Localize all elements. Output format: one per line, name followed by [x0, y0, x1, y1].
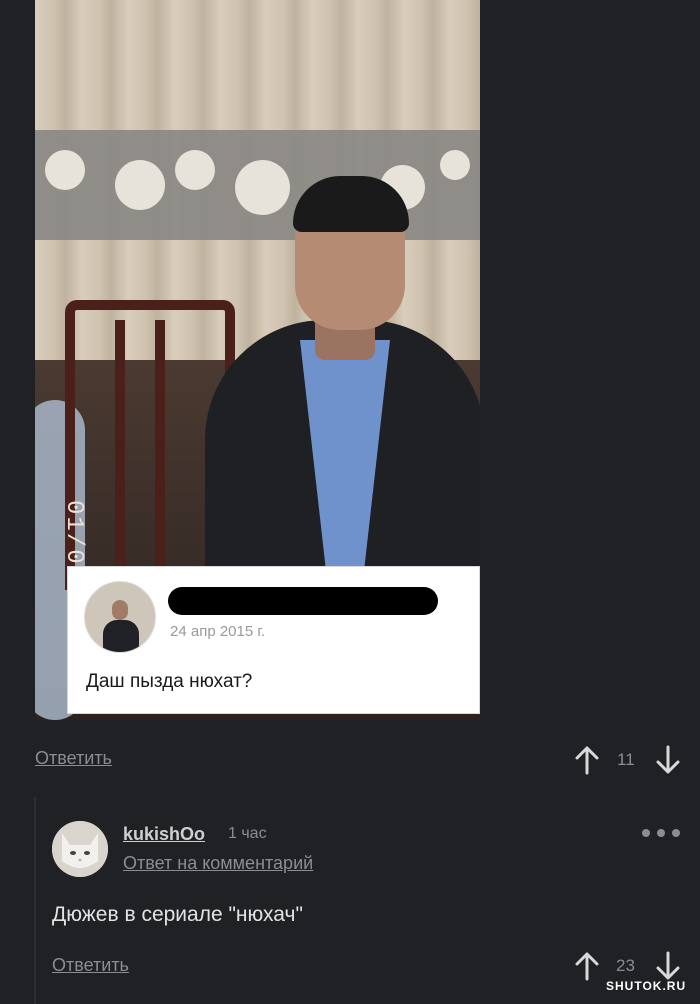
- thread-line: [34, 797, 36, 1004]
- photo-dot: [440, 150, 470, 180]
- comment-time: 1 час: [228, 825, 267, 842]
- reply-to-link[interactable]: Ответ на комментарий: [123, 853, 313, 874]
- arrow-up-icon[interactable]: [574, 951, 600, 981]
- redacted-name-bar: [168, 587, 438, 615]
- arrow-up-icon[interactable]: [574, 745, 600, 775]
- card-avatar-body: [103, 620, 139, 652]
- embedded-message-card: 24 апр 2015 г. Даш пызда нюхат?: [67, 566, 480, 714]
- post-reply-link[interactable]: Ответить: [35, 748, 112, 769]
- cat-avatar-icon: [52, 821, 108, 877]
- photo-chair-slat: [115, 320, 125, 580]
- watermark: SHUTOK.RU: [606, 979, 687, 993]
- card-avatar: [84, 581, 156, 653]
- photo-dot: [115, 160, 165, 210]
- comment-username[interactable]: kukishOo: [123, 824, 205, 845]
- card-avatar-head: [112, 600, 128, 620]
- comment-reply-link[interactable]: Ответить: [52, 955, 129, 976]
- photo-chair-slat: [155, 320, 165, 580]
- card-message: Даш пызда нюхат?: [86, 671, 253, 692]
- comment-vote-count: 23: [616, 956, 635, 975]
- post-vote-count: 11: [617, 750, 635, 769]
- photo-dot: [45, 150, 85, 190]
- avatar[interactable]: [52, 821, 108, 877]
- photo-timestamp-overlay: 01/0: [60, 500, 87, 566]
- arrow-down-icon[interactable]: [655, 951, 681, 981]
- comment-text: Дюжев в сериале "нюхач": [52, 903, 303, 926]
- photo-dot: [235, 160, 290, 215]
- arrow-down-icon[interactable]: [655, 745, 681, 775]
- more-dots-icon[interactable]: [641, 826, 681, 840]
- card-date: 24 апр 2015 г.: [170, 623, 266, 640]
- photo-dot: [175, 150, 215, 190]
